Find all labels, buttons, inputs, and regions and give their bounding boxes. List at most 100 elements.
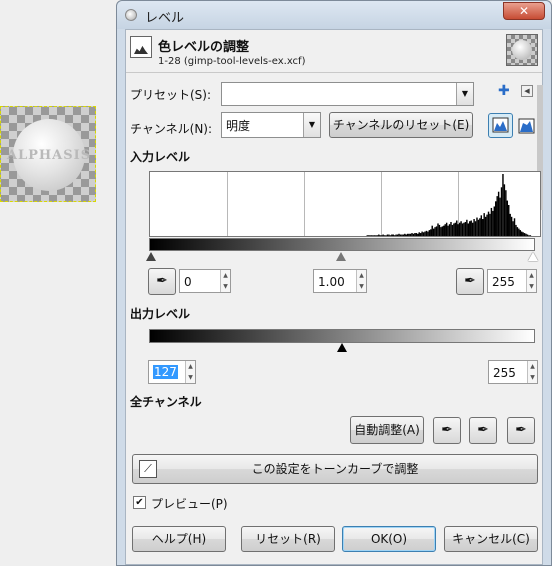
spin-up-icon[interactable]: ▲ (356, 270, 366, 281)
all-channels-heading: 全チャンネル (130, 395, 202, 409)
output-high-spin[interactable]: 255 ▲ ▼ (488, 360, 538, 384)
histogram-bar (412, 233, 415, 236)
preset-combo[interactable]: ▼ (221, 82, 474, 106)
preview-checkbox[interactable]: ✔ (133, 496, 146, 509)
histogram-bar (454, 222, 457, 236)
spin-down-icon[interactable]: ▼ (220, 281, 230, 292)
black-point-picker[interactable]: ✒ (148, 268, 176, 295)
input-gamma-slider-icon[interactable] (336, 252, 346, 261)
channel-reset-button[interactable]: チャンネルのリセット(E) (329, 112, 473, 138)
channel-combo[interactable]: 明度 ▼ (221, 112, 321, 138)
histogram-bar (473, 219, 475, 236)
close-button[interactable]: ✕ (503, 2, 545, 20)
black-picker-button[interactable]: ✒ (433, 417, 461, 444)
histogram-bar (421, 231, 423, 236)
plus-icon[interactable]: ✚ (498, 83, 510, 99)
levels-icon (130, 36, 152, 58)
log-histogram-button[interactable] (517, 116, 537, 136)
output-gradient-bar (149, 329, 535, 343)
histogram-bar (471, 222, 474, 236)
output-low-value: 127 (153, 365, 178, 379)
histogram-bar (526, 234, 529, 236)
histogram-bar (388, 234, 390, 236)
spin-down-icon[interactable]: ▼ (185, 372, 195, 383)
spin-up-icon[interactable]: ▲ (526, 270, 536, 281)
title-bar: レベル ✕ (117, 1, 551, 29)
chevron-down-icon[interactable]: ▼ (456, 83, 473, 105)
histogram-bar (422, 232, 425, 236)
cancel-button[interactable]: キャンセル(C) (444, 526, 538, 552)
image-canvas[interactable]: ALPHASIS (0, 106, 96, 202)
spin-down-icon[interactable]: ▼ (356, 281, 366, 292)
histogram-bar (508, 205, 510, 236)
white-picker-button[interactable]: ✒ (507, 417, 535, 444)
histogram-bar (451, 224, 454, 236)
header-divider (126, 72, 542, 73)
histogram-bar (506, 200, 509, 236)
white-point-picker[interactable]: ✒ (456, 268, 484, 295)
histogram-bar (493, 206, 496, 236)
histogram-bar (469, 221, 471, 236)
input-low-spin[interactable]: 0 ▲ ▼ (179, 269, 231, 293)
histogram-bar (443, 225, 445, 236)
histogram-bar (415, 233, 418, 236)
histogram-bar (484, 216, 487, 236)
levels-dialog: レベル ✕ 色レベルの調整 1-28 (gimp-tool-levels-ex.… (116, 0, 552, 566)
histogram-bar (466, 219, 468, 236)
dialog-body: 色レベルの調整 1-28 (gimp-tool-levels-ex.xcf) プ… (125, 29, 543, 565)
histogram-bar (503, 184, 506, 236)
menu-icon[interactable]: ◀ (521, 85, 533, 97)
histogram-bar (522, 232, 524, 236)
linear-histogram-icon (492, 117, 509, 133)
output-low-spin[interactable]: 127 ▲ ▼ (148, 360, 196, 384)
auto-adjust-button[interactable]: 自動調整(A) (350, 416, 424, 444)
reset-button[interactable]: リセット(R) (241, 526, 335, 552)
spin-down-icon[interactable]: ▼ (527, 372, 537, 383)
histogram-bar (383, 235, 386, 236)
eyedropper-icon: ✒ (156, 273, 168, 289)
spin-up-icon[interactable]: ▲ (185, 361, 195, 372)
layer-thumbnail (506, 34, 538, 66)
chevron-down-icon[interactable]: ▼ (303, 113, 320, 137)
spin-down-icon[interactable]: ▼ (526, 281, 536, 292)
input-high-slider-icon[interactable] (528, 252, 538, 261)
histogram-bar (480, 215, 483, 236)
histogram-bar (499, 197, 501, 236)
histogram-bar (425, 230, 428, 236)
histogram-bar (510, 216, 513, 236)
spin-up-icon[interactable]: ▲ (220, 270, 230, 281)
eyedropper-icon: ✒ (515, 422, 527, 438)
histogram-bar (464, 221, 467, 236)
channel-label: チャンネル(N): (130, 122, 213, 136)
input-high-spin[interactable]: 255 ▲ ▼ (487, 269, 537, 293)
ok-button[interactable]: OK(O) (342, 526, 436, 552)
linear-histogram-button[interactable] (488, 113, 513, 138)
histogram-bar (380, 235, 383, 236)
histogram-bar (376, 235, 379, 236)
curves-icon: ⟋ (139, 460, 157, 478)
histogram-bar (398, 233, 400, 236)
output-high-value: 255 (493, 366, 516, 380)
edit-as-curves-label: この設定をトーンカーブで調整 (251, 462, 419, 476)
histogram-bar (518, 228, 520, 236)
histogram-bar (406, 233, 409, 236)
histogram-bar (401, 234, 403, 236)
histogram-bar (396, 234, 399, 236)
output-low-slider-icon[interactable] (337, 343, 347, 352)
edit-as-curves-button[interactable]: ⟋ この設定をトーンカーブで調整 (132, 454, 538, 484)
help-button[interactable]: ヘルプ(H) (132, 526, 226, 552)
histogram-bar (438, 224, 441, 236)
input-low-slider-icon[interactable] (146, 252, 156, 261)
histogram-bar (424, 231, 426, 236)
histogram-bar (458, 222, 461, 236)
histogram-bar (513, 218, 516, 236)
histogram-bar (409, 233, 412, 236)
histogram-bar (441, 226, 444, 236)
input-gamma-spin[interactable]: 1.00 ▲ ▼ (313, 269, 367, 293)
spin-up-icon[interactable]: ▲ (527, 361, 537, 372)
histogram-bar (483, 213, 485, 236)
check-icon: ✔ (135, 497, 144, 508)
gray-picker-button[interactable]: ✒ (469, 417, 497, 444)
histogram-bar (460, 221, 462, 236)
histogram-bar (393, 235, 396, 236)
